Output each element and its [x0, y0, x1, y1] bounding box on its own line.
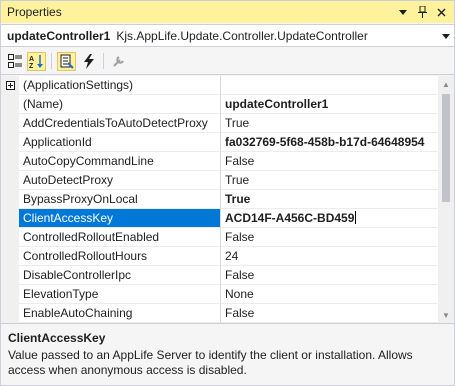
property-row[interactable]: ElevationType None	[1, 285, 438, 304]
property-value-text: False	[225, 154, 255, 168]
property-value-text: 24	[225, 249, 239, 263]
row-gutter[interactable]	[1, 76, 19, 95]
property-name[interactable]: ElevationType	[19, 285, 221, 304]
toolbar-separator	[51, 53, 52, 69]
property-name[interactable]: AutoDetectProxy	[19, 171, 221, 190]
svg-text:A: A	[29, 56, 34, 63]
description-panel: ClientAccessKey Value passed to an AppLi…	[1, 327, 454, 385]
vertical-scrollbar[interactable]: ▲ ▼	[438, 76, 454, 323]
property-row[interactable]: BypassProxyOnLocal True	[1, 190, 438, 209]
property-name[interactable]: ClientAccessKey	[19, 209, 221, 228]
property-row[interactable]: AddCredentialsToAutoDetectProxy True	[1, 114, 438, 133]
expand-plus-icon[interactable]	[5, 81, 15, 90]
row-gutter	[1, 171, 19, 190]
property-row[interactable]: AutoDetectProxy True	[1, 171, 438, 190]
property-value[interactable]: True	[221, 190, 438, 209]
property-value-text: False	[225, 268, 255, 282]
row-gutter	[1, 304, 19, 323]
property-row[interactable]: ControlledRolloutEnabled False	[1, 228, 438, 247]
property-name[interactable]: AutoCopyCommandLine	[19, 152, 221, 171]
scroll-down-icon[interactable]: ▼	[438, 307, 454, 323]
row-gutter	[1, 190, 19, 209]
chevron-down-icon[interactable]	[397, 5, 409, 19]
property-name[interactable]: EnableAutoChaining	[19, 304, 221, 323]
property-value[interactable]: None	[221, 285, 438, 304]
properties-icon[interactable]	[57, 51, 76, 71]
property-value-text: False	[225, 230, 255, 244]
property-value[interactable]: True	[221, 114, 438, 133]
row-gutter	[1, 247, 19, 266]
text-caret	[355, 211, 357, 224]
property-row[interactable]: (Name) updateController1	[1, 95, 438, 114]
description-text: Value passed to an AppLife Server to ide…	[8, 348, 413, 377]
property-pages-wrench-icon[interactable]	[109, 52, 128, 71]
property-grid: (ApplicationSettings) (Name) updateControl…	[1, 76, 454, 323]
property-row[interactable]: ControlledRolloutHours 24	[1, 247, 438, 266]
property-value-text: fa032769-5f68-458b-b17d-64648954	[225, 135, 425, 149]
object-name: updateController1	[7, 28, 111, 43]
property-value-text: True	[225, 192, 251, 206]
property-value[interactable]: fa032769-5f68-458b-b17d-64648954	[221, 133, 438, 152]
property-name[interactable]: BypassProxyOnLocal	[19, 190, 221, 209]
property-name[interactable]: DisableControllerIpc	[19, 266, 221, 285]
row-gutter	[1, 133, 19, 152]
scroll-up-icon[interactable]: ▲	[438, 76, 454, 92]
property-value[interactable]: ACD14F-A456C-BD459	[221, 209, 438, 228]
property-row[interactable]: AutoCopyCommandLine False	[1, 152, 438, 171]
property-row[interactable]: DisableControllerIpc False	[1, 266, 438, 285]
categorized-icon[interactable]	[5, 52, 24, 71]
properties-window: Properties updateController1 Kjs.AppLife…	[0, 0, 455, 386]
object-selector[interactable]: updateController1 Kjs.AppLife.Update.Con…	[1, 24, 454, 47]
property-name[interactable]: (Name)	[19, 95, 221, 114]
property-value[interactable]: True	[221, 171, 438, 190]
close-icon[interactable]	[435, 5, 447, 19]
row-gutter	[1, 95, 19, 114]
pin-icon[interactable]	[416, 5, 428, 19]
row-gutter	[1, 285, 19, 304]
property-value-text: None	[225, 287, 254, 301]
property-value-text: ACD14F-A456C-BD459	[225, 211, 355, 225]
chevron-down-icon[interactable]	[438, 31, 454, 41]
property-row[interactable]: EnableAutoChaining False	[1, 304, 438, 323]
property-value-text: updateController1	[225, 97, 329, 111]
object-type: Kjs.AppLife.Update.Controller.UpdateCont…	[116, 28, 368, 43]
svg-text:Z: Z	[29, 63, 34, 69]
property-value[interactable]: False	[221, 152, 438, 171]
window-title: Properties	[7, 5, 62, 19]
description-title: ClientAccessKey	[8, 331, 106, 345]
property-value-text: False	[225, 306, 255, 320]
property-value-text: True	[225, 173, 250, 187]
property-name[interactable]: ControlledRolloutHours	[19, 247, 221, 266]
property-value[interactable]: updateController1	[221, 95, 438, 114]
property-name[interactable]: ControlledRolloutEnabled	[19, 228, 221, 247]
property-name[interactable]: ApplicationId	[19, 133, 221, 152]
property-row[interactable]: (ApplicationSettings)	[1, 76, 438, 95]
row-gutter	[1, 209, 19, 228]
alphabetical-sort-icon[interactable]: A Z	[27, 51, 46, 71]
property-row[interactable]: ClientAccessKey ACD14F-A456C-BD459	[1, 209, 438, 228]
row-gutter	[1, 228, 19, 247]
toolbar-separator	[103, 53, 104, 69]
title-bar[interactable]: Properties	[1, 1, 454, 23]
property-row[interactable]: ApplicationId fa032769-5f68-458b-b17d-646…	[1, 133, 438, 152]
row-gutter	[1, 114, 19, 133]
property-value[interactable]: False	[221, 304, 438, 323]
row-gutter	[1, 152, 19, 171]
property-value[interactable]: False	[221, 228, 438, 247]
row-gutter	[1, 266, 19, 285]
property-name[interactable]: (ApplicationSettings)	[19, 76, 221, 95]
scrollbar-thumb[interactable]	[442, 94, 450, 202]
properties-toolbar: A Z	[1, 48, 454, 75]
property-value[interactable]: False	[221, 266, 438, 285]
property-value-text: True	[225, 116, 250, 130]
property-value[interactable]: 24	[221, 247, 438, 266]
property-name[interactable]: AddCredentialsToAutoDetectProxy	[19, 114, 221, 133]
property-value[interactable]	[221, 76, 438, 95]
events-lightning-icon[interactable]	[79, 52, 98, 71]
